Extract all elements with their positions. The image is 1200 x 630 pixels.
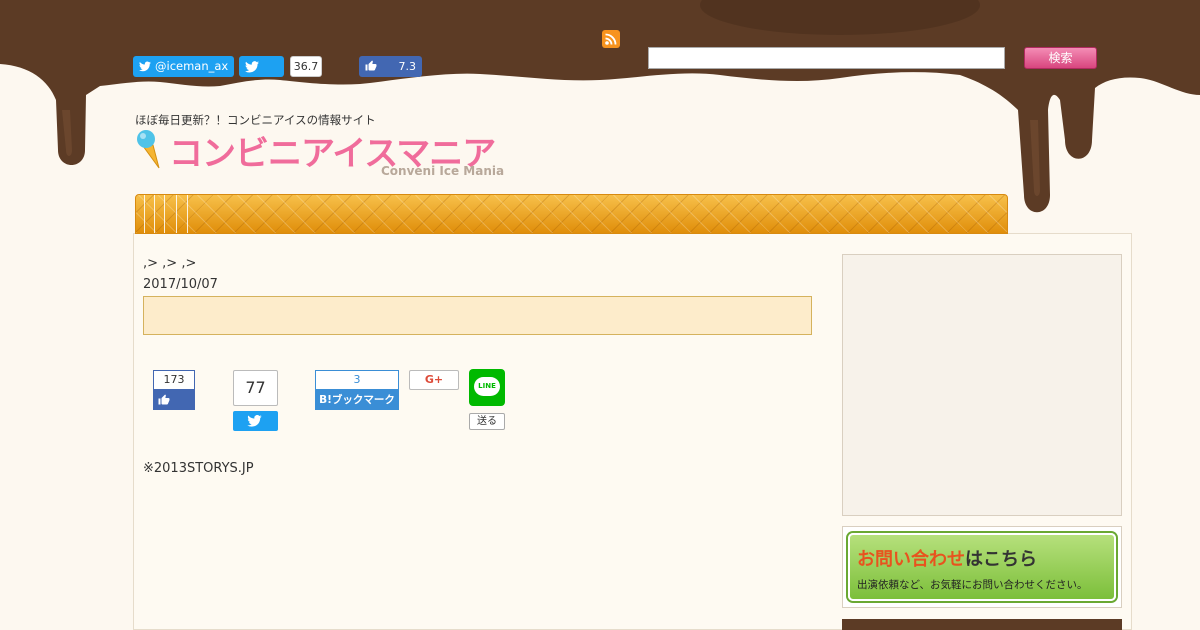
tweet-button[interactable] xyxy=(239,56,284,77)
nav-divider xyxy=(164,195,165,233)
logo-title-en: Conveni Ice Mania xyxy=(381,164,505,178)
hatena-bookmark-button[interactable]: B!ブックマーク xyxy=(315,390,399,410)
line-send-button[interactable]: 送る xyxy=(469,413,505,430)
contact-banner-subtitle: 出演依頼など、お気軽にお問い合わせください。 xyxy=(857,579,1088,591)
nav-divider xyxy=(154,195,155,233)
hatena-bookmark-widget[interactable]: 3 B!ブックマーク xyxy=(315,370,399,410)
contact-banner-title: お問い合わせはこちら xyxy=(857,545,1037,571)
contact-banner-wrapper: お問い合わせはこちら 出演依頼など、お気軽にお問い合わせください。 xyxy=(842,526,1122,608)
google-plus-button[interactable]: G+ xyxy=(409,370,459,390)
ice-cream-cone-icon xyxy=(137,130,160,169)
nav-divider xyxy=(144,195,145,233)
twitter-bird-icon xyxy=(139,61,151,72)
tweet-share-count: 77 xyxy=(233,370,278,406)
twitter-share-widget[interactable]: 77 xyxy=(233,370,278,431)
breadcrumb[interactable]: ,> ,> ,> xyxy=(143,256,196,271)
line-logo-text: LINE xyxy=(474,377,500,396)
rss-icon[interactable] xyxy=(602,30,620,48)
twitter-follow-label: @iceman_ax xyxy=(155,59,229,73)
facebook-like-button[interactable]: 7.3 xyxy=(359,56,422,77)
tweet-count: 36.7 xyxy=(290,56,322,77)
article-title-box xyxy=(143,296,812,335)
nav-divider xyxy=(176,195,177,233)
facebook-share-widget[interactable]: 173 xyxy=(153,370,195,410)
twitter-follow-button[interactable]: @iceman_ax xyxy=(133,56,234,77)
contact-title-tail: はこちら xyxy=(965,549,1037,570)
search-input[interactable] xyxy=(648,47,1005,69)
line-share-icon[interactable]: LINE xyxy=(469,369,505,406)
contact-title-main: お問い合わせ xyxy=(857,549,965,570)
hatena-bookmark-count: 3 xyxy=(315,370,399,390)
sidebar-ad-area xyxy=(842,254,1122,516)
rss-glyph-icon xyxy=(605,33,617,45)
sidebar-widget-header xyxy=(842,619,1122,630)
main-navigation-bar[interactable] xyxy=(135,194,1008,234)
post-date: 2017/10/07 xyxy=(143,277,218,292)
image-credit: ※2013STORYS.JP xyxy=(143,461,254,476)
twitter-bird-icon xyxy=(245,61,259,73)
facebook-share-count: 173 xyxy=(153,370,195,390)
search-button[interactable]: 検索 xyxy=(1024,47,1097,69)
site-logo[interactable]: コンビニアイスマニア Conveni Ice Mania xyxy=(135,128,505,180)
contact-banner[interactable]: お問い合わせはこちら 出演依頼など、お気軽にお問い合わせください。 xyxy=(848,533,1116,601)
thumbs-up-icon xyxy=(158,394,170,405)
facebook-like-count: 7.3 xyxy=(398,60,417,73)
tweet-share-button[interactable] xyxy=(233,411,278,431)
twitter-bird-icon xyxy=(247,415,262,427)
facebook-like-button[interactable] xyxy=(153,390,195,410)
thumbs-up-icon xyxy=(365,60,377,71)
nav-divider xyxy=(187,195,188,233)
